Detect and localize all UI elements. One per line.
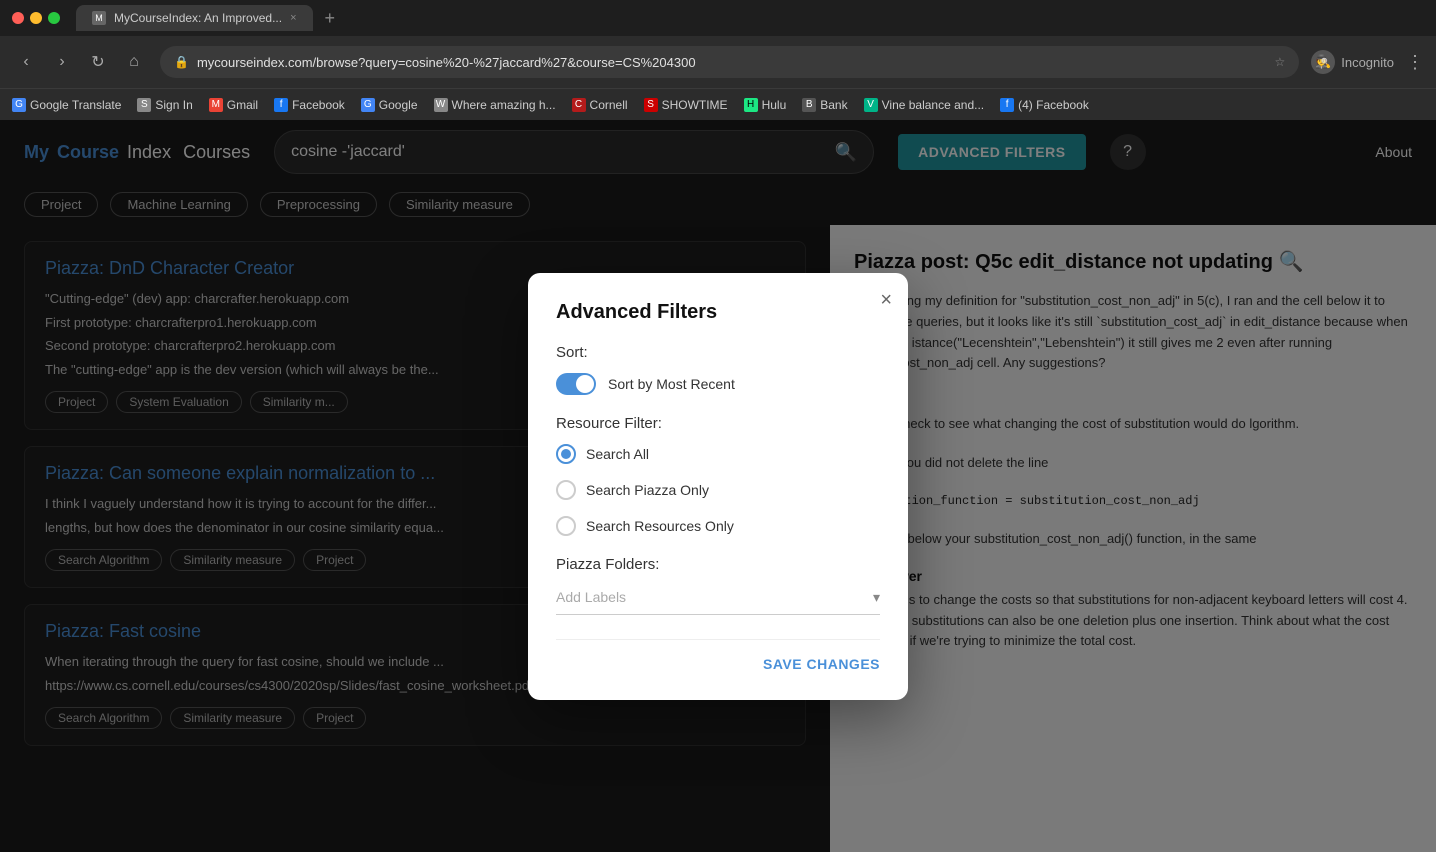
radio-circle-search-all: [556, 444, 576, 464]
bookmark-cornell[interactable]: C Cornell: [572, 98, 628, 112]
google-translate-icon: G: [12, 98, 26, 112]
star-icon[interactable]: ☆: [1274, 55, 1285, 69]
bookmark-amazing-label: Where amazing h...: [452, 98, 556, 112]
radio-label-search-all: Search All: [586, 446, 649, 462]
sort-toggle-row: Sort by Most Recent: [556, 373, 880, 395]
bookmark-google-translate[interactable]: G Google Translate: [12, 98, 121, 112]
bookmark-hulu[interactable]: H Hulu: [744, 98, 787, 112]
bookmark-signin[interactable]: S Sign In: [137, 98, 192, 112]
minimize-window-dot[interactable]: [30, 12, 42, 24]
forward-button[interactable]: ›: [48, 48, 76, 76]
radio-dot-search-all: [561, 449, 571, 459]
advanced-filters-modal: Advanced Filters × Sort: Sort by Most Re…: [528, 273, 908, 700]
cornell-icon: C: [572, 98, 586, 112]
bookmark-google[interactable]: G Google: [361, 98, 418, 112]
bookmark-hulu-label: Hulu: [762, 98, 787, 112]
modal-title: Advanced Filters: [556, 301, 880, 324]
radio-search-all[interactable]: Search All: [556, 444, 880, 464]
new-tab-button[interactable]: +: [317, 8, 344, 29]
bookmark-google-label: Google: [379, 98, 418, 112]
tab-favicon: M: [92, 11, 106, 25]
bookmark-bank-label: Bank: [820, 98, 847, 112]
bookmark-gmail[interactable]: M Gmail: [209, 98, 258, 112]
nav-buttons: ‹ › ↻ ⌂: [12, 48, 148, 76]
address-bar[interactable]: 🔒 mycourseindex.com/browse?query=cosine%…: [160, 46, 1299, 78]
piazza-folders-label: Piazza Folders:: [556, 556, 880, 573]
incognito-label: Incognito: [1341, 55, 1394, 70]
tab-label: MyCourseIndex: An Improved...: [114, 11, 282, 25]
incognito-icon: 🕵: [1311, 50, 1335, 74]
bookmark-gmail-label: Gmail: [227, 98, 258, 112]
amazing-icon: W: [434, 98, 448, 112]
signin-icon: S: [137, 98, 151, 112]
radio-search-piazza[interactable]: Search Piazza Only: [556, 480, 880, 500]
vine-icon: V: [864, 98, 878, 112]
save-changes-button[interactable]: SAVE CHANGES: [763, 656, 880, 672]
bookmark-bank[interactable]: B Bank: [802, 98, 847, 112]
toggle-thumb: [576, 375, 594, 393]
maximize-window-dot[interactable]: [48, 12, 60, 24]
bank-icon: B: [802, 98, 816, 112]
reload-button[interactable]: ↻: [84, 48, 112, 76]
radio-circle-search-piazza: [556, 480, 576, 500]
facebook-icon: f: [274, 98, 288, 112]
window-controls: [12, 12, 60, 24]
bookmark-vine[interactable]: V Vine balance and...: [864, 98, 985, 112]
hulu-icon: H: [744, 98, 758, 112]
bookmark-facebook2-label: (4) Facebook: [1018, 98, 1089, 112]
back-button[interactable]: ‹: [12, 48, 40, 76]
radio-label-search-resources: Search Resources Only: [586, 518, 734, 534]
page: MyCourseIndex Courses 🔍 ADVANCED FILTERS…: [0, 120, 1436, 852]
sort-toggle[interactable]: [556, 373, 596, 395]
browser-chrome: M MyCourseIndex: An Improved... × + ‹ › …: [0, 0, 1436, 88]
google-icon: G: [361, 98, 375, 112]
piazza-folders-dropdown[interactable]: Add Labels ▾: [556, 581, 880, 615]
tab-close-button[interactable]: ×: [290, 12, 296, 24]
bookmark-facebook-label: Facebook: [292, 98, 345, 112]
facebook2-icon: f: [1000, 98, 1014, 112]
bookmark-google-translate-label: Google Translate: [30, 98, 121, 112]
bookmark-signin-label: Sign In: [155, 98, 192, 112]
bookmark-amazing[interactable]: W Where amazing h...: [434, 98, 556, 112]
radio-label-search-piazza: Search Piazza Only: [586, 482, 709, 498]
close-window-dot[interactable]: [12, 12, 24, 24]
sort-label: Sort:: [556, 344, 880, 361]
tab-bar: M MyCourseIndex: An Improved... × +: [0, 0, 1436, 36]
dropdown-chevron-icon: ▾: [873, 589, 880, 606]
incognito-badge: 🕵 Incognito: [1311, 50, 1394, 74]
bookmark-cornell-label: Cornell: [590, 98, 628, 112]
active-tab[interactable]: M MyCourseIndex: An Improved... ×: [76, 5, 313, 31]
bookmarks-bar: G Google Translate S Sign In M Gmail f F…: [0, 88, 1436, 120]
address-bar-row: ‹ › ↻ ⌂ 🔒 mycourseindex.com/browse?query…: [0, 36, 1436, 88]
address-url: mycourseindex.com/browse?query=cosine%20…: [197, 55, 1267, 70]
showtime-icon: S: [644, 98, 658, 112]
radio-search-resources[interactable]: Search Resources Only: [556, 516, 880, 536]
browser-menu-button[interactable]: ⋮: [1406, 52, 1424, 73]
bookmark-vine-label: Vine balance and...: [882, 98, 985, 112]
modal-close-button[interactable]: ×: [880, 289, 892, 312]
bookmark-facebook2[interactable]: f (4) Facebook: [1000, 98, 1089, 112]
add-labels-placeholder: Add Labels: [556, 589, 626, 605]
gmail-icon: M: [209, 98, 223, 112]
resource-filter-radio-group: Search All Search Piazza Only Search Res…: [556, 444, 880, 536]
bookmark-facebook[interactable]: f Facebook: [274, 98, 345, 112]
bookmark-showtime-label: SHOWTIME: [662, 98, 728, 112]
modal-overlay: Advanced Filters × Sort: Sort by Most Re…: [0, 120, 1436, 852]
radio-circle-search-resources: [556, 516, 576, 536]
bookmark-showtime[interactable]: S SHOWTIME: [644, 98, 728, 112]
home-button[interactable]: ⌂: [120, 48, 148, 76]
modal-footer: SAVE CHANGES: [556, 639, 880, 672]
sort-toggle-label: Sort by Most Recent: [608, 376, 735, 392]
resource-filter-label: Resource Filter:: [556, 415, 880, 432]
lock-icon: 🔒: [174, 55, 189, 69]
